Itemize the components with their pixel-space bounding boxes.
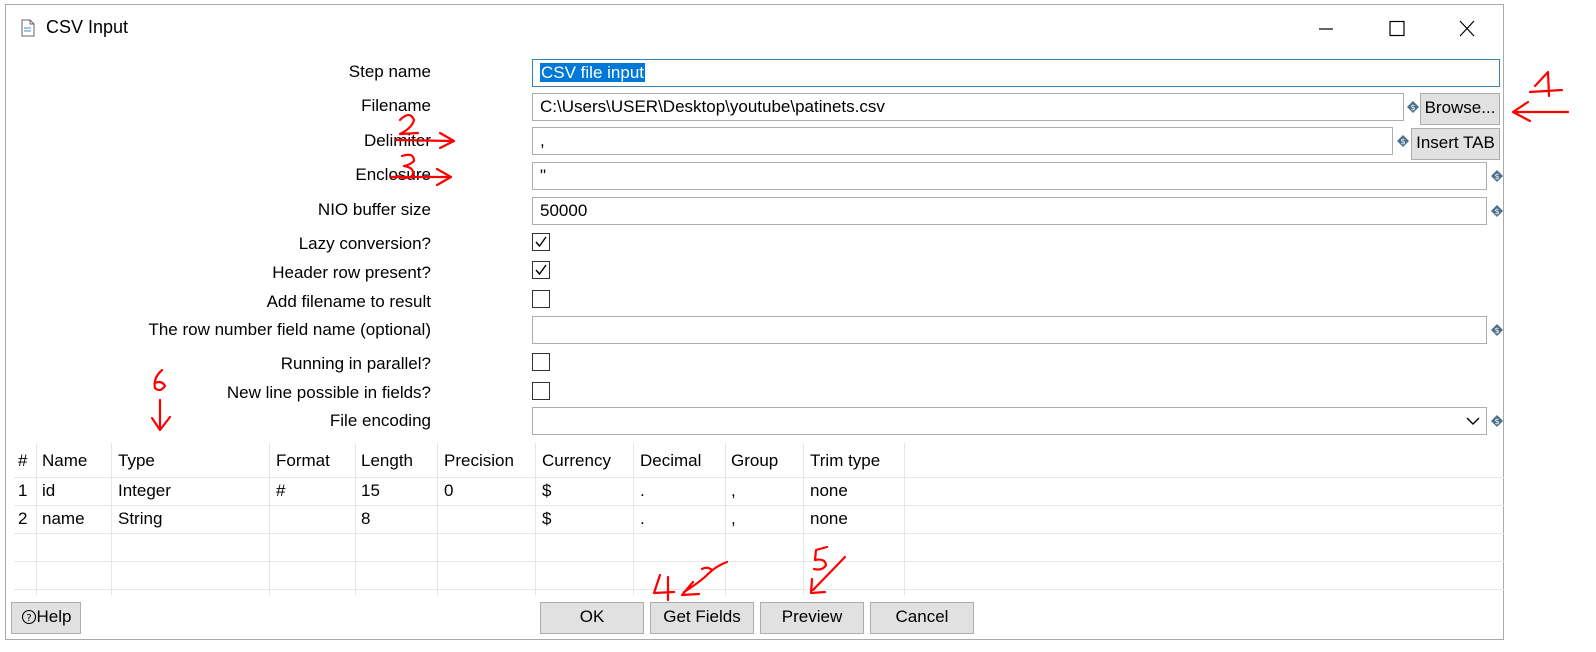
annotation-number-6 bbox=[153, 368, 167, 392]
annotation-arrow-5 bbox=[809, 555, 847, 595]
annotation-number-5 bbox=[812, 545, 829, 571]
annotation-arrow-1 bbox=[1511, 100, 1570, 123]
annotation-number-3 bbox=[396, 153, 416, 180]
annotation-number-4 bbox=[652, 573, 676, 602]
annotation-layer bbox=[150, 70, 1570, 602]
annotation-arrow-2 bbox=[394, 131, 456, 150]
annotation-arrow-6 bbox=[150, 398, 172, 432]
annotation-number-2 bbox=[398, 113, 420, 136]
annotation-arrow-3 bbox=[389, 167, 453, 187]
